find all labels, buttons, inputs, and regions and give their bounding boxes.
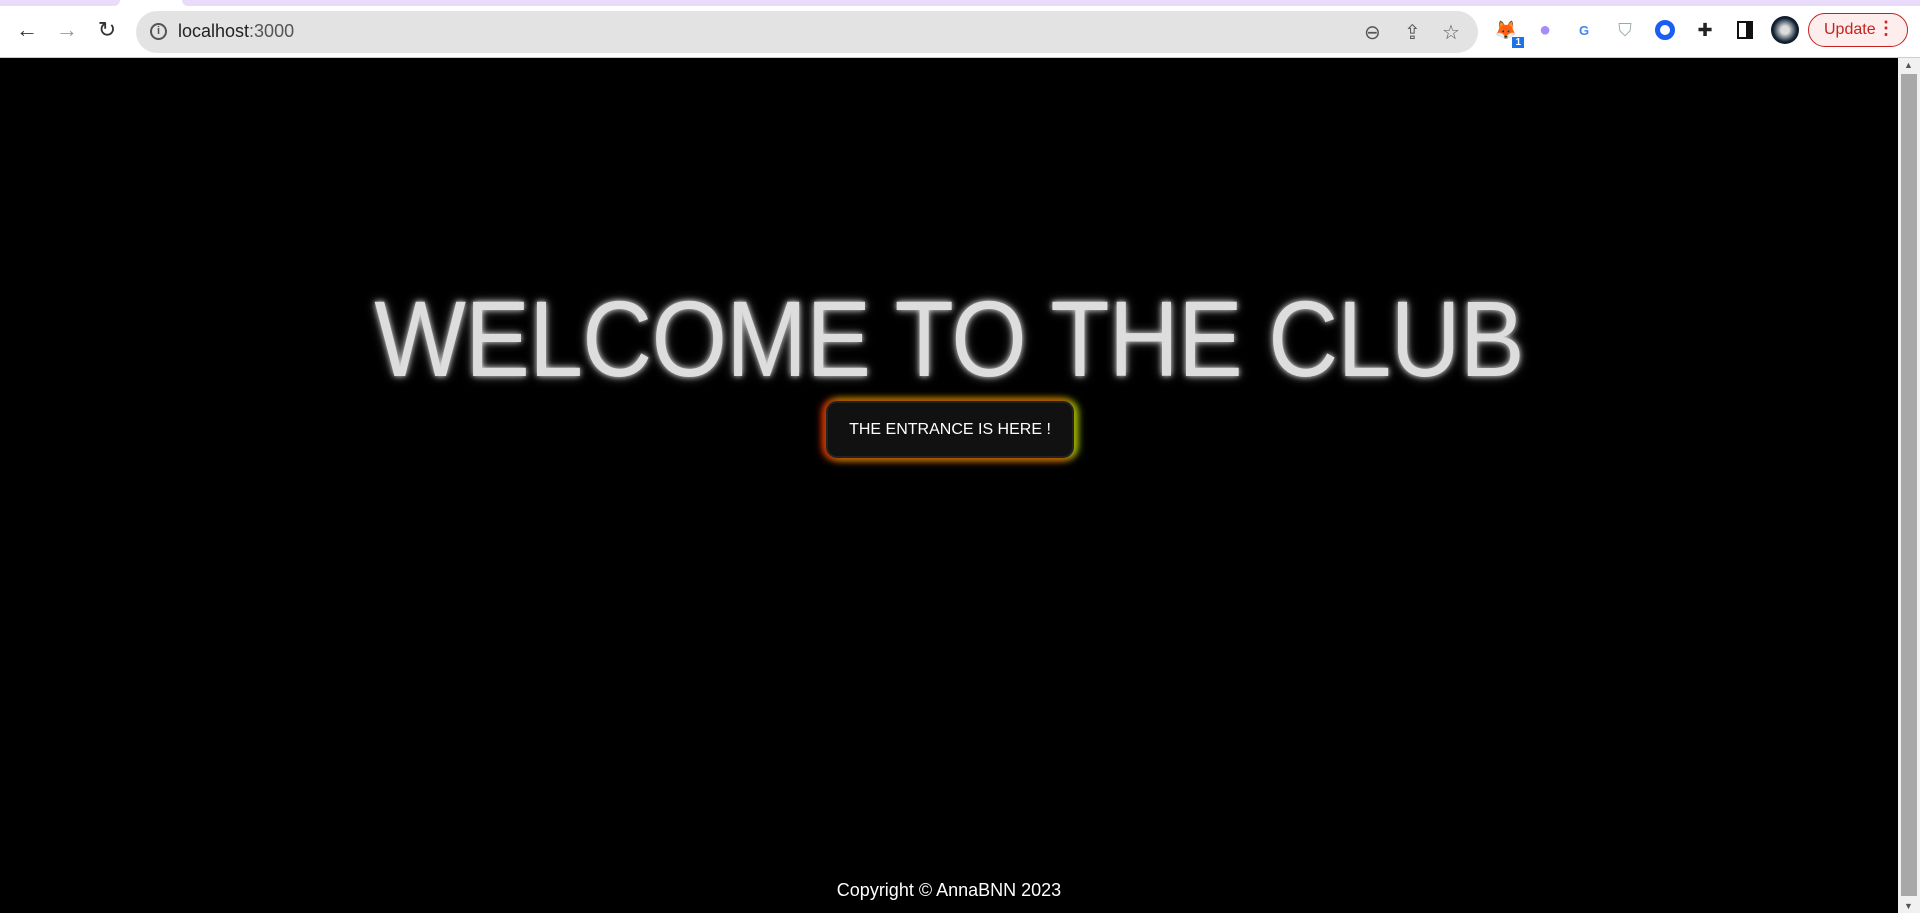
tab[interactable] [0,0,120,6]
forward-icon[interactable]: → [54,17,80,43]
shield-icon[interactable]: ⛉ [1613,18,1637,42]
url-host: localhost [178,21,250,41]
tab[interactable] [182,0,1920,6]
scroll-down-icon[interactable]: ▼ [1904,901,1913,911]
page-content: WELCOME TO THE CLUB THE ENTRANCE IS HERE… [0,58,1898,913]
side-panel-icon[interactable] [1733,18,1757,42]
url-port: :3000 [249,21,295,41]
translate-icon[interactable]: G [1572,18,1596,42]
target-icon[interactable] [1653,18,1677,42]
page-title: WELCOME TO THE CLUB [374,278,1524,399]
metamask-icon[interactable]: 🦊 1 [1494,18,1524,48]
puzzle-icon[interactable]: ✚ [1693,18,1717,42]
profile-avatar[interactable] [1771,16,1799,44]
reload-icon[interactable]: ↻ [94,17,120,43]
info-icon[interactable]: i [150,23,167,40]
scroll-up-icon[interactable]: ▲ [1904,60,1913,70]
tab-strip [0,0,1920,6]
update-label: Update [1824,21,1876,38]
footer-copyright: Copyright © AnnaBNN 2023 [836,880,1062,900]
star-icon[interactable]: ☆ [1442,20,1460,45]
more-icon[interactable]: ⋮ [1877,18,1895,39]
browser-toolbar: ← → ↻ i localhost:3000 ⊖ ⇪ ☆ 🦊 1 ● G ⛉ ✚ … [0,0,1920,58]
share-icon[interactable]: ⇪ [1404,20,1421,45]
entrance-button[interactable]: THE ENTRANCE IS HERE ! [826,401,1074,458]
extension-badge: 1 [1512,37,1524,48]
zoom-out-icon[interactable]: ⊖ [1364,20,1381,45]
update-button[interactable]: Update ⋮ [1808,13,1908,47]
scrollbar-thumb[interactable] [1901,74,1917,896]
address-bar[interactable]: i localhost:3000 ⊖ ⇪ ☆ [136,11,1478,53]
url-text[interactable]: localhost:3000 [178,21,294,42]
scrollbar[interactable]: ▲ ▼ [1898,58,1920,913]
ghost-icon[interactable]: ● [1533,18,1557,42]
back-icon[interactable]: ← [14,17,40,43]
